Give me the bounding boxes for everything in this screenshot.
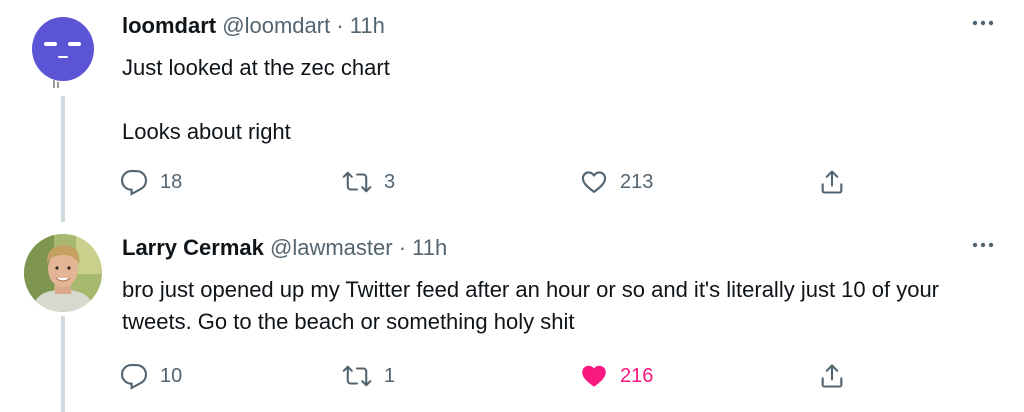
retweet-button[interactable]: 1: [342, 361, 395, 391]
retweet-button[interactable]: 3: [342, 167, 395, 197]
reply-button[interactable]: 10: [120, 361, 182, 391]
reply-icon: [120, 363, 148, 390]
handle[interactable]: @lawmaster: [270, 235, 393, 260]
tweet-text-line: bro just opened up my Twitter feed after…: [122, 277, 940, 334]
retweet-icon: [342, 365, 372, 387]
tweet-text: bro just opened up my Twitter feed after…: [122, 274, 1002, 338]
heart-icon: [581, 171, 607, 193]
action-bar: 10 1 216: [120, 361, 843, 391]
share-icon: [821, 170, 843, 194]
reply-count: 18: [160, 170, 183, 193]
retweet-count: 3: [384, 170, 396, 193]
tweet[interactable]: loomdart @loomdart · 11h Just looked at …: [0, 0, 1024, 222]
like-button[interactable]: 213: [580, 167, 653, 197]
timestamp[interactable]: 11h: [412, 235, 447, 260]
tweet-header: Larry Cermak @lawmaster · 11h: [122, 234, 447, 262]
display-name[interactable]: loomdart: [122, 13, 216, 38]
avatar[interactable]: [24, 234, 102, 312]
share-button[interactable]: [818, 167, 846, 197]
reply-button[interactable]: 18: [120, 167, 182, 197]
share-icon: [821, 364, 843, 388]
action-bar: 18 3 213: [120, 167, 843, 197]
more-horizontal-icon: [972, 242, 994, 248]
separator: ·: [398, 235, 407, 260]
avatar[interactable]: [24, 12, 102, 90]
tweet-text-line: Looks about right: [122, 119, 291, 144]
tweet-text-line: Just looked at the zec chart: [122, 55, 390, 80]
more-button[interactable]: [970, 234, 996, 256]
like-count: 213: [620, 170, 654, 193]
thread-line: [61, 316, 65, 412]
handle[interactable]: @loomdart: [222, 13, 330, 38]
more-button[interactable]: [970, 12, 996, 34]
heart-filled-icon: [582, 365, 606, 387]
reply-icon: [120, 169, 148, 196]
thread-line: [61, 96, 65, 222]
display-name[interactable]: Larry Cermak: [122, 235, 264, 260]
tweet-header: loomdart @loomdart · 11h: [122, 12, 385, 40]
reply-count: 10: [160, 364, 183, 387]
retweet-count: 1: [384, 364, 396, 387]
share-button[interactable]: [818, 361, 846, 391]
more-horizontal-icon: [972, 20, 994, 26]
separator: ·: [336, 13, 344, 38]
profile-photo-icon: [24, 234, 102, 312]
tweet-text: Just looked at the zec chart Looks about…: [122, 52, 1002, 148]
timestamp[interactable]: 11h: [350, 13, 385, 38]
like-button[interactable]: 216: [580, 361, 653, 391]
like-count: 216: [620, 364, 654, 387]
retweet-icon: [342, 171, 372, 193]
loomdart-avatar-icon: [24, 12, 102, 90]
tweet[interactable]: Larry Cermak @lawmaster · 11h bro just o…: [0, 222, 1024, 412]
